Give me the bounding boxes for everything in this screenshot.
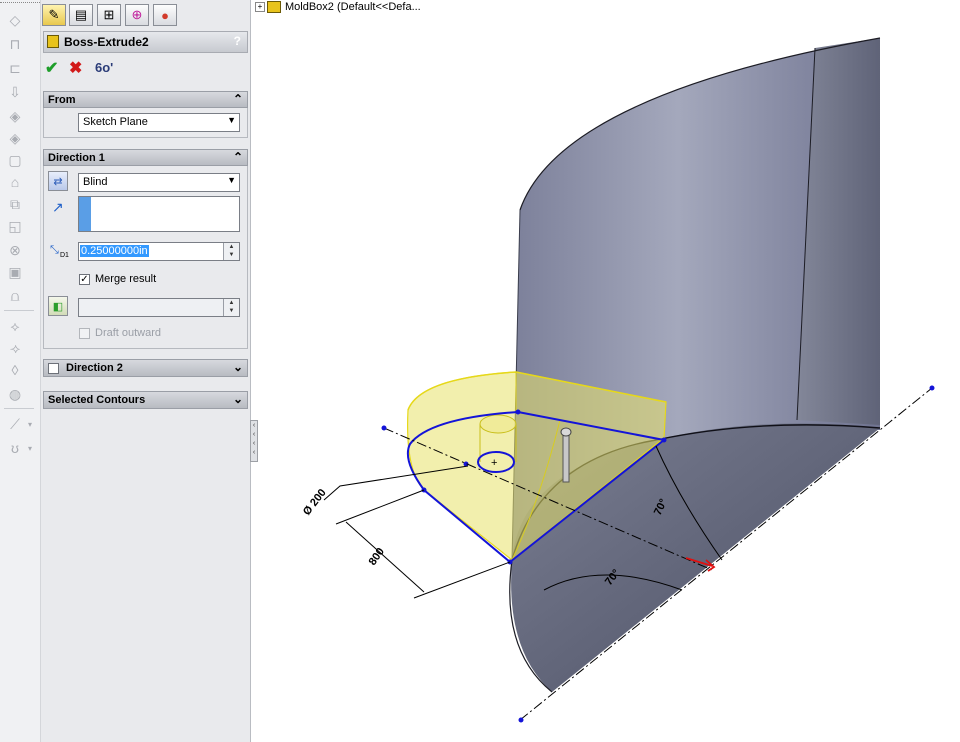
configuration-manager-tab[interactable]: ⊞ [97,4,121,26]
draft-outward-label: Draft outward [95,327,162,339]
draft-button[interactable]: ◧ [48,296,68,316]
start-condition-value: Sketch Plane [83,116,148,128]
axis-endpoint[interactable] [929,385,935,391]
property-manager-icon: ▤ [74,7,88,22]
depth-spinner[interactable]: ▲ ▼ [223,243,239,260]
reference-geometry-dropdown-icon[interactable]: ▾ [28,420,32,429]
toolbar-divider [4,310,34,311]
draft-icon[interactable]: ⟡ [6,318,24,334]
swept-cut-icon[interactable]: ⧉ [6,196,24,212]
depth-label: D1 [60,252,69,259]
shell-icon[interactable]: ⟢ [6,340,24,356]
draft-angle-spinner: ▲ ▼ [223,299,239,316]
axis-endpoint[interactable] [381,425,387,431]
feature-manager-tab[interactable]: ✎ [42,4,66,26]
collapse-icon[interactable]: ⌃ [233,92,243,106]
display-manager-tab[interactable]: ● [153,4,177,26]
merge-result-label: Merge result [95,273,157,285]
reference-geometry-icon[interactable]: ⟋ [6,416,24,432]
direction-of-extrusion-list[interactable] [78,196,240,232]
draft-angle-input: ▲ ▼ [78,298,240,317]
command-toolbar: ◇ ⊓ ⊏ ⇩ ◈ ◈ ▢ ⌂ ⧉ ◱ ⊗ ▣ ⩍ ⟡ ⟢ ◊ ◍ ⟋ ▾ ʊ … [0,0,41,742]
direction1-group-title: Direction 1 [48,152,105,164]
dimxpert-manager-tab[interactable]: ⊕ [125,4,149,26]
rib-icon[interactable]: ⩍ [6,288,24,304]
linear-pattern-icon[interactable]: ▣ [6,264,24,280]
from-group-header[interactable]: From ⌃ [43,91,248,108]
depth-value: 0.25000000in [80,245,149,257]
curves-icon[interactable]: ʊ [6,440,24,456]
draft-icon: ◧ [52,300,64,313]
lofted-boss-icon[interactable]: ⇩ [6,84,24,100]
length-extension-line [335,489,425,525]
swept-boss-icon[interactable]: ⊏ [6,60,24,76]
reverse-direction-button[interactable]: ⇄ [48,171,68,191]
length-dimension-line [345,521,425,593]
direction-of-extrusion-icon: ↗ [52,199,64,215]
sketch-point[interactable] [661,437,667,443]
from-group-title: From [48,94,76,106]
axis-endpoint[interactable] [518,717,524,723]
diameter-dimension[interactable]: Ø 200 [301,487,329,518]
direction2-checkbox[interactable] [48,363,59,374]
detailed-preview-icon[interactable]: 6o' [95,60,113,75]
sketch-point[interactable] [515,409,521,415]
chevron-down-icon: ▼ [227,175,236,185]
direction2-group-header[interactable]: Direction 2 ⌄ [43,359,248,377]
wrap-icon[interactable]: ◊ [6,362,24,378]
display-manager-icon: ● [161,7,169,23]
length-extension-line [413,561,511,599]
boundary-boss-icon[interactable]: ◈ [6,108,24,124]
from-group-body: Sketch Plane ▼ [43,108,248,138]
cancel-icon[interactable]: ✖ [69,58,82,78]
toolbar-grip[interactable] [0,2,40,3]
hole-wizard-icon[interactable]: ▢ [6,152,24,168]
help-icon[interactable]: ? [234,34,241,48]
collapse-icon[interactable]: ⌃ [233,150,243,164]
configuration-manager-icon: ⊞ [103,7,115,22]
direction1-group-body: ⇄ Blind ▼ ↗ ⤡ D1 0.25000000in ▲ ▼ ✓ Merge… [43,166,248,349]
expand-icon[interactable]: ⌄ [233,392,243,406]
end-condition-value: Blind [83,176,108,188]
selected-contours-title: Selected Contours [48,394,146,406]
revolved-boss-icon[interactable]: ⊓ [6,36,24,52]
end-condition-select[interactable]: Blind ▼ [78,173,240,192]
direction1-group-header[interactable]: Direction 1 ⌃ [43,149,248,166]
preview-boss-top [479,414,517,434]
reverse-direction-icon: ⇄ [53,175,63,188]
boss-extrude-icon [47,35,59,48]
extruded-boss-icon[interactable]: ◇ [6,12,24,28]
draft-outward-checkbox [79,328,90,339]
revolved-cut-icon[interactable]: ⌂ [6,174,24,190]
expand-icon[interactable]: ⌄ [233,360,243,374]
active-selection-marker [79,197,91,231]
extrude-drag-handle[interactable] [562,431,570,483]
depth-input[interactable]: 0.25000000in ▲ ▼ [78,242,240,261]
start-condition-select[interactable]: Sketch Plane ▼ [78,113,240,132]
chevron-down-icon: ▼ [227,115,236,125]
property-manager-tab[interactable]: ▤ [69,4,93,26]
curves-dropdown-icon[interactable]: ▾ [28,444,32,453]
property-manager: ✎ ▤ ⊞ ⊕ ● Boss-Extrude2 ? ✔ ✖ 6o' From ⌃… [41,0,251,742]
extrude-drag-handle-head[interactable] [560,427,572,437]
depth-icon: ⤡ [50,244,59,256]
merge-result-checkbox[interactable]: ✓ [79,274,90,285]
graphics-area[interactable]: + Ø 200 800 70° 70° [252,0,960,742]
toolbar-divider [4,408,34,409]
fillet-icon[interactable]: ⊗ [6,242,24,258]
ok-icon[interactable]: ✔ [45,58,58,78]
dimxpert-icon: ⊕ [131,7,143,22]
feature-manager-icon: ✎ [48,7,60,22]
lofted-cut-icon[interactable]: ◱ [6,218,24,234]
selected-contours-group-header[interactable]: Selected Contours ⌄ [43,391,248,409]
extruded-cut-icon[interactable]: ◈ [6,130,24,146]
sketch-center-mark: + [491,457,497,469]
length-dimension[interactable]: 800 [367,546,387,568]
property-manager-title-bar: Boss-Extrude2 ? [43,31,248,53]
direction2-group-title: Direction 2 [66,362,123,374]
intersect-icon[interactable]: ◍ [6,386,24,402]
feature-title: Boss-Extrude2 [64,35,149,49]
